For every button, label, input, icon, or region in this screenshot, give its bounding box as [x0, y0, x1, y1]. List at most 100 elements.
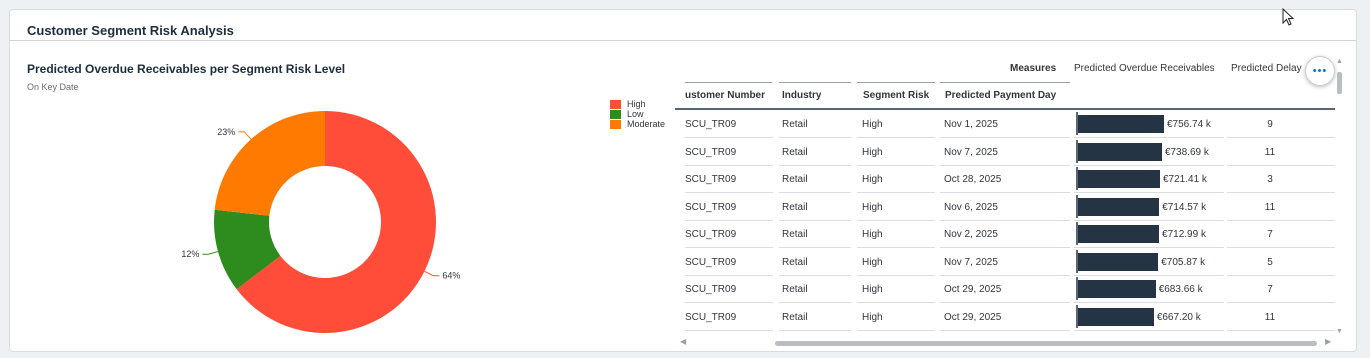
card-title: Customer Segment Risk Analysis [27, 23, 234, 38]
cell-predicted-delay: 7 [1267, 229, 1273, 240]
cell-customer-number: SCU_TR09 [685, 201, 737, 213]
row-divider [685, 329, 773, 331]
cell-segment-risk: High [862, 119, 883, 130]
cell-industry: Retail [782, 146, 808, 158]
legend-swatch [610, 99, 621, 109]
legend-label: High [627, 99, 646, 109]
cell-predicted-delay: 5 [1267, 256, 1273, 268]
table-row[interactable]: SCU_TR09 Retail High Oct 29, 2025 €667.20 k 1… [675, 303, 1335, 331]
receivables-value: €705.87 k [1161, 256, 1206, 268]
cell-industry: Retail [782, 311, 808, 323]
col-header-payment-day[interactable]: Predicted Payment Day [945, 90, 1056, 101]
more-icon: ••• [1312, 65, 1328, 77]
scroll-left-icon[interactable]: ◀ [680, 337, 686, 346]
mouse-cursor-icon [1282, 8, 1295, 26]
slice-leader-line [238, 131, 252, 140]
receivables-value: €756.74 k [1167, 119, 1211, 130]
cell-payment-day: Oct 29, 2025 [944, 311, 1002, 323]
slice-leader-line [424, 270, 440, 277]
slice-data-label: 23% [217, 127, 235, 137]
cell-payment-day: Nov 7, 2025 [944, 256, 998, 268]
col-header-industry[interactable]: Industry [782, 90, 821, 101]
cell-payment-day: Nov 2, 2025 [944, 229, 998, 240]
measures-row: Measures Predicted Overdue Receivables P… [675, 54, 1335, 74]
cell-customer-number: SCU_TR09 [685, 311, 737, 323]
col-header-customer-number[interactable]: ustomer Number [685, 90, 775, 101]
cell-predicted-delay: 11 [1264, 201, 1276, 213]
legend-swatch [610, 119, 621, 129]
table-row[interactable]: SCU_TR09 Retail High Nov 6, 2025 €714.57 k 11 [675, 193, 1335, 221]
chart-legend: High Low Moderate [610, 99, 665, 129]
row-divider [1074, 329, 1224, 331]
table-row[interactable]: SCU_TR09 Retail High Nov 1, 2025 €756.74 k 9 [675, 110, 1335, 138]
cell-customer-number: SCU_TR09 [685, 256, 737, 268]
table-row[interactable]: SCU_TR09 Retail High Nov 7, 2025 €738.69 k 11 [675, 138, 1335, 166]
cell-predicted-delay: 11 [1264, 311, 1276, 323]
slice-data-label: 64% [442, 271, 460, 281]
receivables-value: €738.69 k [1164, 146, 1209, 158]
receivables-bar [1078, 115, 1164, 133]
vertical-scrollbar[interactable]: ▲ ▼ [1336, 58, 1343, 338]
measure-col-receivables[interactable]: Predicted Overdue Receivables [1074, 63, 1214, 74]
row-divider [1227, 329, 1335, 331]
table-row[interactable]: SCU_TR09 Retail High Nov 7, 2025 €705.87 k 5 [675, 248, 1335, 276]
cell-payment-day: Nov 6, 2025 [944, 201, 998, 213]
cell-industry: Retail [782, 256, 808, 268]
cell-predicted-delay: 11 [1264, 146, 1276, 158]
receivables-bar [1078, 252, 1159, 271]
scroll-up-icon[interactable]: ▲ [1336, 58, 1343, 65]
cell-industry: Retail [782, 229, 808, 240]
legend-item[interactable]: Low [610, 109, 665, 119]
cell-predicted-delay: 7 [1267, 284, 1273, 295]
cell-segment-risk: High [862, 229, 883, 240]
receivables-value: €721.41 k [1162, 174, 1207, 185]
cell-customer-number: SCU_TR09 [685, 174, 737, 185]
header-divider [940, 82, 1070, 83]
table-row[interactable]: SCU_TR09 Retail High Oct 29, 2025 €683.66 k 7 [675, 275, 1335, 303]
col-header-segment-risk[interactable]: Segment Risk [863, 90, 929, 101]
row-divider [857, 329, 935, 331]
receivables-value: €712.99 k [1162, 229, 1206, 240]
legend-item[interactable]: Moderate [610, 119, 665, 129]
receivables-value: €714.57 k [1162, 201, 1207, 213]
scroll-down-icon[interactable]: ▼ [1336, 328, 1343, 335]
header-divider [779, 82, 851, 83]
receivables-bar [1078, 280, 1156, 298]
table-row[interactable]: SCU_TR09 Retail High Oct 28, 2025 €721.41 k 3 [675, 165, 1335, 193]
table-row[interactable]: SCU_TR09 Retail High Nov 2, 2025 €712.99 k 7 [675, 220, 1335, 248]
legend-swatch [610, 109, 621, 119]
cell-segment-risk: High [862, 284, 883, 295]
legend-label: Moderate [627, 119, 666, 129]
vertical-scroll-thumb[interactable] [1337, 72, 1342, 94]
cell-segment-risk: High [862, 201, 883, 213]
cell-customer-number: SCU_TR09 [685, 119, 737, 130]
cell-segment-risk: High [862, 311, 883, 323]
chart-subtitle: On Key Date [27, 82, 79, 92]
receivables-bar [1078, 142, 1162, 161]
chart-title: Predicted Overdue Receivables per Segmen… [27, 62, 346, 76]
slice-data-label: 12% [181, 249, 199, 259]
legend-item[interactable]: High [610, 99, 665, 109]
cell-customer-number: SCU_TR09 [685, 229, 737, 240]
horizontal-scrollbar[interactable]: ◀ ▶ [680, 337, 1335, 348]
more-options-button[interactable]: ••• [1305, 56, 1335, 86]
cell-predicted-delay: 9 [1267, 119, 1273, 130]
slice-leader-line [202, 251, 219, 255]
card-header: Customer Segment Risk Analysis [10, 10, 1356, 41]
receivables-bar [1078, 307, 1154, 326]
cell-segment-risk: High [862, 146, 883, 158]
donut-chart[interactable]: 64% 12% 23% [150, 100, 490, 340]
cell-predicted-delay: 3 [1267, 174, 1273, 185]
cell-segment-risk: High [862, 256, 883, 268]
header-divider [685, 82, 772, 83]
receivables-value: €667.20 k [1156, 311, 1201, 323]
cell-payment-day: Oct 29, 2025 [944, 284, 1002, 295]
cell-customer-number: SCU_TR09 [685, 284, 737, 295]
scroll-right-icon[interactable]: ▶ [1325, 337, 1331, 346]
data-table: Measures Predicted Overdue Receivables P… [675, 44, 1335, 342]
cell-payment-day: Oct 28, 2025 [944, 174, 1002, 185]
cell-industry: Retail [782, 174, 808, 185]
row-divider [940, 329, 1070, 331]
cell-payment-day: Nov 1, 2025 [944, 119, 998, 130]
horizontal-scroll-thumb[interactable] [775, 341, 1317, 346]
